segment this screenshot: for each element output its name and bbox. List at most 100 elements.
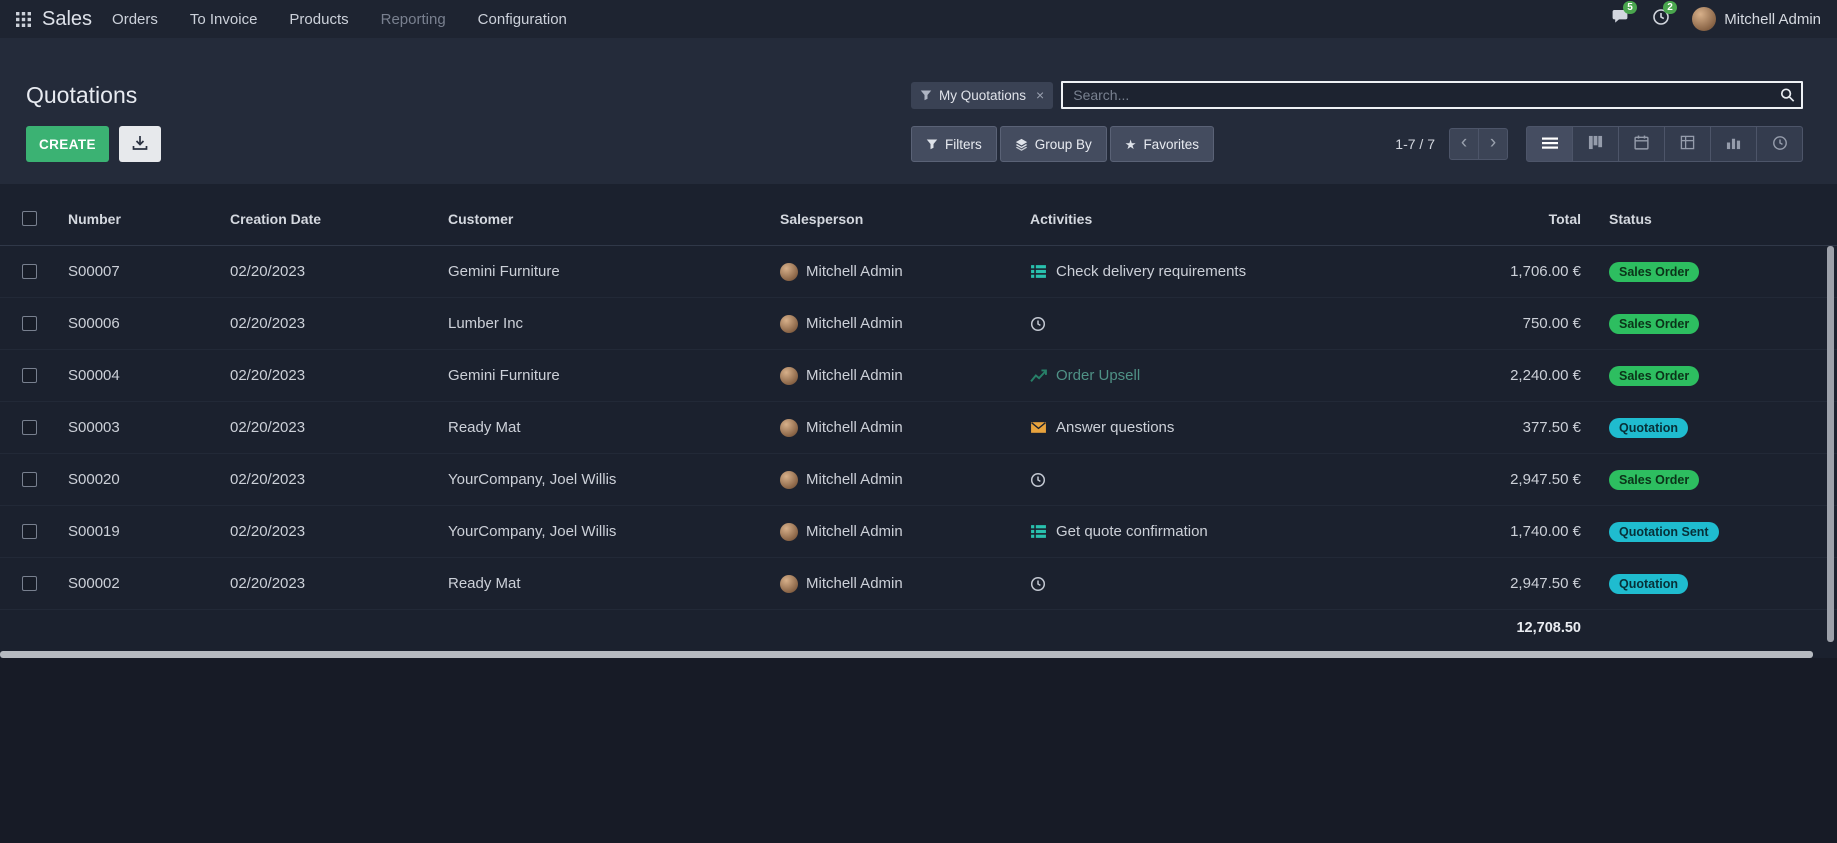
column-header-salesperson[interactable]: Salesperson (764, 211, 1014, 227)
row-salesperson: Mitchell Admin (764, 315, 1014, 333)
column-header-creation-date[interactable]: Creation Date (214, 211, 432, 227)
row-checkbox[interactable] (22, 472, 37, 487)
clock-icon[interactable] (1030, 472, 1046, 488)
nav-item-configuration[interactable]: Configuration (478, 11, 567, 28)
row-checkbox[interactable] (22, 368, 37, 383)
vertical-scrollbar[interactable] (1827, 246, 1834, 642)
search-bar: My Quotations × (911, 80, 1803, 110)
horizontal-scrollbar[interactable] (0, 651, 1813, 658)
view-graph-button[interactable] (1710, 126, 1757, 162)
view-activity-button[interactable] (1756, 126, 1803, 162)
row-salesperson-name: Mitchell Admin (806, 367, 903, 384)
clipboard-list-icon[interactable] (1030, 263, 1047, 280)
row-checkbox[interactable] (22, 316, 37, 331)
table-row[interactable]: S00003 02/20/2023 Ready Mat Mitchell Adm… (0, 402, 1837, 454)
row-activity-label: Check delivery requirements (1056, 263, 1246, 280)
search-box (1061, 81, 1803, 109)
systray: 5 2 Mitchell Admin (1612, 7, 1821, 31)
search-input[interactable] (1061, 81, 1803, 109)
row-activity: Check delivery requirements (1014, 263, 1415, 280)
facet-label: My Quotations (939, 88, 1026, 103)
row-checkbox[interactable] (22, 264, 37, 279)
row-salesperson: Mitchell Admin (764, 263, 1014, 281)
row-customer: YourCompany, Joel Willis (432, 471, 764, 488)
row-activity (1014, 472, 1415, 488)
envelope-icon[interactable] (1030, 419, 1047, 436)
column-header-number[interactable]: Number (52, 211, 214, 227)
status-badge: Sales Order (1609, 262, 1699, 282)
group-by-button[interactable]: Group By (1000, 126, 1107, 162)
row-salesperson: Mitchell Admin (764, 471, 1014, 489)
row-customer: Gemini Furniture (432, 367, 764, 384)
pager-next-button[interactable]: › (1478, 128, 1508, 160)
row-activity (1014, 316, 1415, 332)
row-total: 1,740.00 € (1415, 523, 1593, 540)
column-header-activities[interactable]: Activities (1014, 211, 1415, 227)
table-header: Number Creation Date Customer Salesperso… (0, 192, 1837, 246)
row-status: Quotation (1593, 574, 1827, 594)
nav-item-products[interactable]: Products (289, 11, 348, 28)
column-header-status[interactable]: Status (1593, 211, 1827, 227)
row-checkbox[interactable] (22, 524, 37, 539)
row-number: S00019 (52, 523, 214, 540)
clock-icon[interactable] (1030, 316, 1046, 332)
row-checkbox[interactable] (22, 420, 37, 435)
table-row[interactable]: S00019 02/20/2023 YourCompany, Joel Will… (0, 506, 1837, 558)
clock-icon[interactable] (1030, 576, 1046, 592)
table-row[interactable]: S00020 02/20/2023 YourCompany, Joel Will… (0, 454, 1837, 506)
table-row[interactable]: S00002 02/20/2023 Ready Mat Mitchell Adm… (0, 558, 1837, 610)
salesperson-avatar (780, 367, 798, 385)
status-badge: Quotation (1609, 574, 1688, 594)
row-checkbox[interactable] (22, 576, 37, 591)
nav-item-to-invoice[interactable]: To Invoice (190, 11, 258, 28)
table-row[interactable]: S00004 02/20/2023 Gemini Furniture Mitch… (0, 350, 1837, 402)
row-date: 02/20/2023 (214, 315, 432, 332)
activities-button[interactable]: 2 (1652, 8, 1670, 31)
row-customer: Ready Mat (432, 575, 764, 592)
messages-button[interactable]: 5 (1612, 8, 1630, 31)
column-header-customer[interactable]: Customer (432, 211, 764, 227)
control-panel-right: My Quotations × Filters Group By (911, 80, 1803, 162)
magnifier-icon[interactable] (1780, 88, 1795, 103)
view-kanban-button[interactable] (1572, 126, 1619, 162)
row-customer: Gemini Furniture (432, 263, 764, 280)
row-activity: Answer questions (1014, 419, 1415, 436)
row-date: 02/20/2023 (214, 523, 432, 540)
layers-icon (1015, 138, 1028, 151)
user-menu[interactable]: Mitchell Admin (1692, 7, 1821, 31)
view-list-button[interactable] (1526, 126, 1573, 162)
line-chart-icon[interactable] (1030, 367, 1047, 384)
filters-button[interactable]: Filters (911, 126, 997, 162)
nav-item-reporting[interactable]: Reporting (381, 11, 446, 28)
clipboard-list-icon[interactable] (1030, 523, 1047, 540)
filters-label: Filters (945, 137, 982, 152)
apps-grid-icon[interactable] (16, 12, 31, 27)
create-button[interactable]: CREATE (26, 126, 109, 162)
row-number: S00020 (52, 471, 214, 488)
export-button[interactable] (119, 126, 161, 162)
app-name[interactable]: Sales (42, 8, 92, 31)
favorites-button[interactable]: ★ Favorites (1110, 126, 1214, 162)
view-calendar-button[interactable] (1618, 126, 1665, 162)
row-total: 2,947.50 € (1415, 575, 1593, 592)
view-pivot-button[interactable] (1664, 126, 1711, 162)
status-badge: Sales Order (1609, 470, 1699, 490)
row-salesperson: Mitchell Admin (764, 523, 1014, 541)
filter-icon (920, 89, 932, 101)
row-number: S00002 (52, 575, 214, 592)
row-salesperson: Mitchell Admin (764, 575, 1014, 593)
kanban-icon (1588, 135, 1603, 153)
facet-remove-button[interactable]: × (1036, 87, 1044, 103)
table-row[interactable]: S00006 02/20/2023 Lumber Inc Mitchell Ad… (0, 298, 1837, 350)
row-status: Quotation (1593, 418, 1827, 438)
column-header-total[interactable]: Total (1415, 211, 1593, 227)
table-row[interactable]: S00007 02/20/2023 Gemini Furniture Mitch… (0, 246, 1837, 298)
salesperson-avatar (780, 471, 798, 489)
star-icon: ★ (1125, 138, 1137, 151)
nav-item-orders[interactable]: Orders (112, 11, 158, 28)
table-footer: 12,708.50 (0, 610, 1837, 646)
pager-previous-button[interactable]: ‹ (1449, 128, 1479, 160)
select-all-checkbox[interactable] (22, 211, 37, 226)
row-total: 377.50 € (1415, 419, 1593, 436)
row-activity (1014, 576, 1415, 592)
